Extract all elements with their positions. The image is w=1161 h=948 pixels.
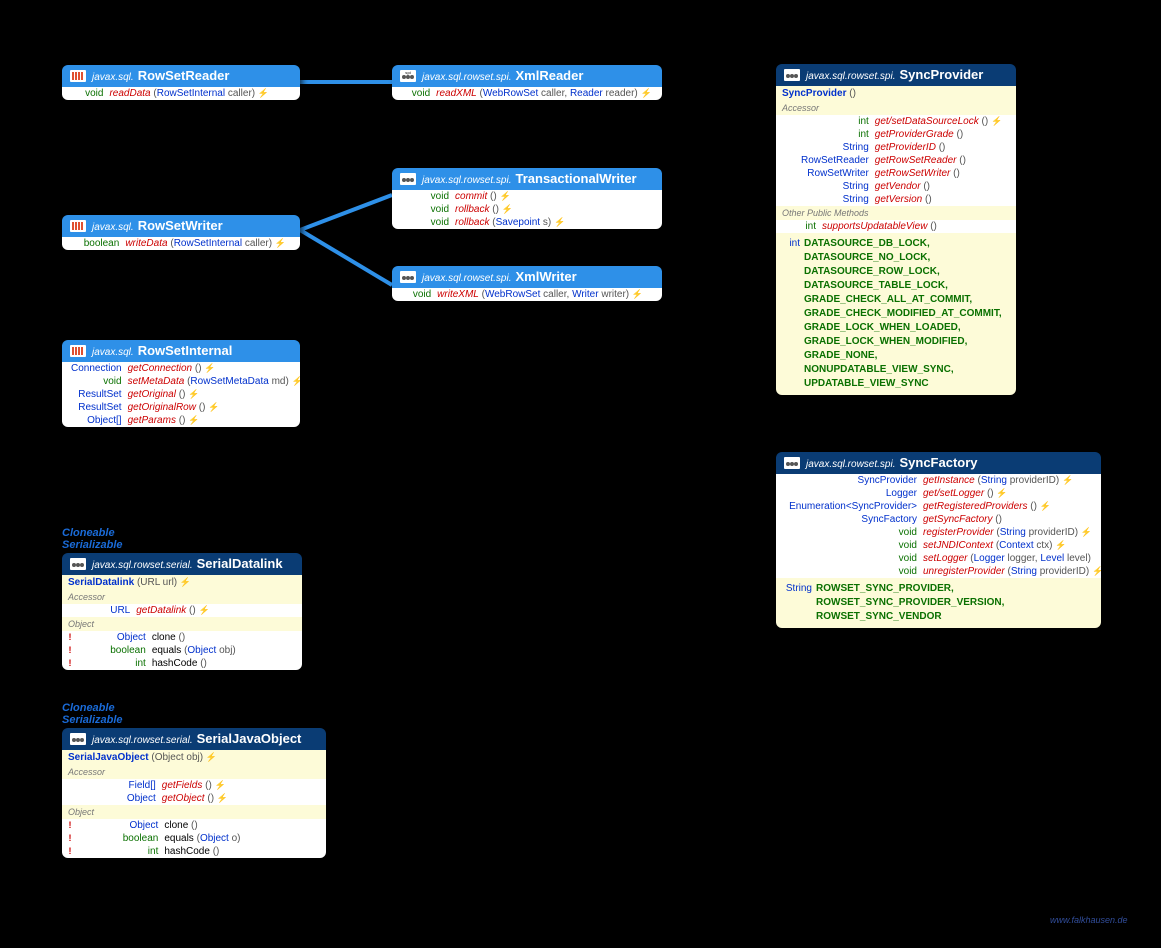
interface-icon xyxy=(70,345,86,357)
member-row: voidregisterProvider (String providerID)… xyxy=(776,526,1101,539)
member-row: URLgetDatalink () ⚡ xyxy=(62,604,302,617)
box-syncfactory: javax.sql.rowset.spi.SyncFactory SyncPro… xyxy=(776,452,1101,628)
title-transactionalwriter: javax.sql.rowset.spi.TransactionalWriter xyxy=(392,168,662,190)
interface-icon xyxy=(70,220,86,232)
member-row: Loggerget/setLogger () ⚡ xyxy=(776,487,1101,500)
member-row: !Objectclone () xyxy=(62,819,326,832)
box-rowsetinternal: javax.sql.RowSetInternal ConnectiongetCo… xyxy=(62,340,300,427)
member-row: StringgetVersion () xyxy=(776,193,1016,206)
title-xmlwriter: javax.sql.rowset.spi.XmlWriter xyxy=(392,266,662,288)
member-row: booleanwriteData (RowSetInternal caller)… xyxy=(62,237,300,250)
member-row: !inthashCode () xyxy=(62,657,302,670)
svg-text:spi: spi xyxy=(405,70,411,75)
member-row: voidreadData (RowSetInternal caller) ⚡ xyxy=(62,87,300,100)
super-serialdatalink: CloneableSerializable xyxy=(62,527,123,551)
title-rowsetwriter: javax.sql.RowSetWriter xyxy=(62,215,300,237)
member-row: voidrollback () ⚡ xyxy=(392,203,662,216)
box-xmlreader: spi javax.sql.rowset.spi. XmlReader voidr… xyxy=(392,65,662,100)
member-row: RowSetWritergetRowSetWriter () xyxy=(776,167,1016,180)
uml-canvas: javax.sql. RowSetReader voidreadData (Row… xyxy=(0,0,1161,948)
title-syncprovider: javax.sql.rowset.spi.SyncProvider xyxy=(776,64,1016,86)
class-spi-icon xyxy=(784,457,800,469)
title-rowsetreader: javax.sql. RowSetReader xyxy=(62,65,300,87)
member-row: ObjectgetObject () ⚡ xyxy=(62,792,326,805)
class-name: XmlReader xyxy=(515,68,583,83)
class-icon xyxy=(70,558,86,570)
member-row: Field[]getFields () ⚡ xyxy=(62,779,326,792)
title-xmlreader: spi javax.sql.rowset.spi. XmlReader xyxy=(392,65,662,87)
interface-spi-icon xyxy=(400,271,416,283)
member-row: intget/setDataSourceLock () ⚡ xyxy=(776,115,1016,128)
title-serialdatalink: javax.sql.rowset.serial.SerialDatalink xyxy=(62,553,302,575)
box-rowsetreader: javax.sql. RowSetReader voidreadData (Row… xyxy=(62,65,300,100)
member-row: voidsetJNDIContext (Context ctx) ⚡ xyxy=(776,539,1101,552)
member-row: RowSetReadergetRowSetReader () xyxy=(776,154,1016,167)
class-spi-icon xyxy=(784,69,800,81)
member-row: !Objectclone () xyxy=(62,631,302,644)
member-row: voidreadXML (WebRowSet caller, Reader re… xyxy=(392,87,662,100)
member-row: !booleanequals (Object o) xyxy=(62,832,326,845)
member-row: ResultSetgetOriginal () ⚡ xyxy=(62,388,300,401)
member-row: voidsetLogger (Logger logger, Level leve… xyxy=(776,552,1101,565)
member-row: intsupportsUpdatableView () xyxy=(776,220,1016,233)
super-serialjavaobject: CloneableSerializable xyxy=(62,702,123,726)
constants: String ROWSET_SYNC_PROVIDER,ROWSET_SYNC_… xyxy=(776,578,1101,628)
footer-link[interactable]: www.falkhausen.de xyxy=(1050,915,1128,925)
constructor: SerialDatalink (URL url) ⚡ xyxy=(62,575,302,590)
constructor: SyncProvider () xyxy=(776,86,1016,101)
title-rowsetinternal: javax.sql.RowSetInternal xyxy=(62,340,300,362)
member-row: Enumeration<SyncProvider>getRegisteredPr… xyxy=(776,500,1101,513)
member-row: ResultSetgetOriginalRow () ⚡ xyxy=(62,401,300,414)
box-serialjavaobject: javax.sql.rowset.serial.SerialJavaObject… xyxy=(62,728,326,858)
box-transactionalwriter: javax.sql.rowset.spi.TransactionalWriter… xyxy=(392,168,662,229)
interface-spi-icon xyxy=(400,173,416,185)
class-name: RowSetReader xyxy=(138,68,230,83)
member-row: voidwriteXML (WebRowSet caller, Writer w… xyxy=(392,288,662,301)
box-serialdatalink: javax.sql.rowset.serial.SerialDatalink S… xyxy=(62,553,302,670)
pkg: javax.sql. xyxy=(92,72,134,83)
pkg: javax.sql.rowset.spi. xyxy=(422,72,511,83)
box-xmlwriter: javax.sql.rowset.spi.XmlWriter voidwrite… xyxy=(392,266,662,301)
class-icon xyxy=(70,733,86,745)
member-row: !inthashCode () xyxy=(62,845,326,858)
title-syncfactory: javax.sql.rowset.spi.SyncFactory xyxy=(776,452,1101,474)
members: voidreadData (RowSetInternal caller) ⚡ xyxy=(62,87,300,100)
member-row: Object[]getParams () ⚡ xyxy=(62,414,300,427)
member-row: SyncFactorygetSyncFactory () xyxy=(776,513,1101,526)
member-row: voidsetMetaData (RowSetMetaData md) ⚡ xyxy=(62,375,300,388)
box-syncprovider: javax.sql.rowset.spi.SyncProvider SyncPr… xyxy=(776,64,1016,395)
interface-icon xyxy=(70,70,86,82)
member-row: ConnectiongetConnection () ⚡ xyxy=(62,362,300,375)
member-row: StringgetProviderID () xyxy=(776,141,1016,154)
constructor: SerialJavaObject (Object obj) ⚡ xyxy=(62,750,326,765)
member-row: voidrollback (Savepoint s) ⚡ xyxy=(392,216,662,229)
member-row: StringgetVendor () xyxy=(776,180,1016,193)
member-row: voidunregisterProvider (String providerI… xyxy=(776,565,1101,578)
box-rowsetwriter: javax.sql.RowSetWriter booleanwriteData … xyxy=(62,215,300,250)
member-row: SyncProvidergetInstance (String provider… xyxy=(776,474,1101,487)
constants: int DATASOURCE_DB_LOCK,DATASOURCE_NO_LOC… xyxy=(776,233,1016,395)
title-serialjavaobject: javax.sql.rowset.serial.SerialJavaObject xyxy=(62,728,326,750)
member-row: voidcommit () ⚡ xyxy=(392,190,662,203)
interface-spi-icon: spi xyxy=(400,70,416,82)
member-row: intgetProviderGrade () xyxy=(776,128,1016,141)
member-row: !booleanequals (Object obj) xyxy=(62,644,302,657)
